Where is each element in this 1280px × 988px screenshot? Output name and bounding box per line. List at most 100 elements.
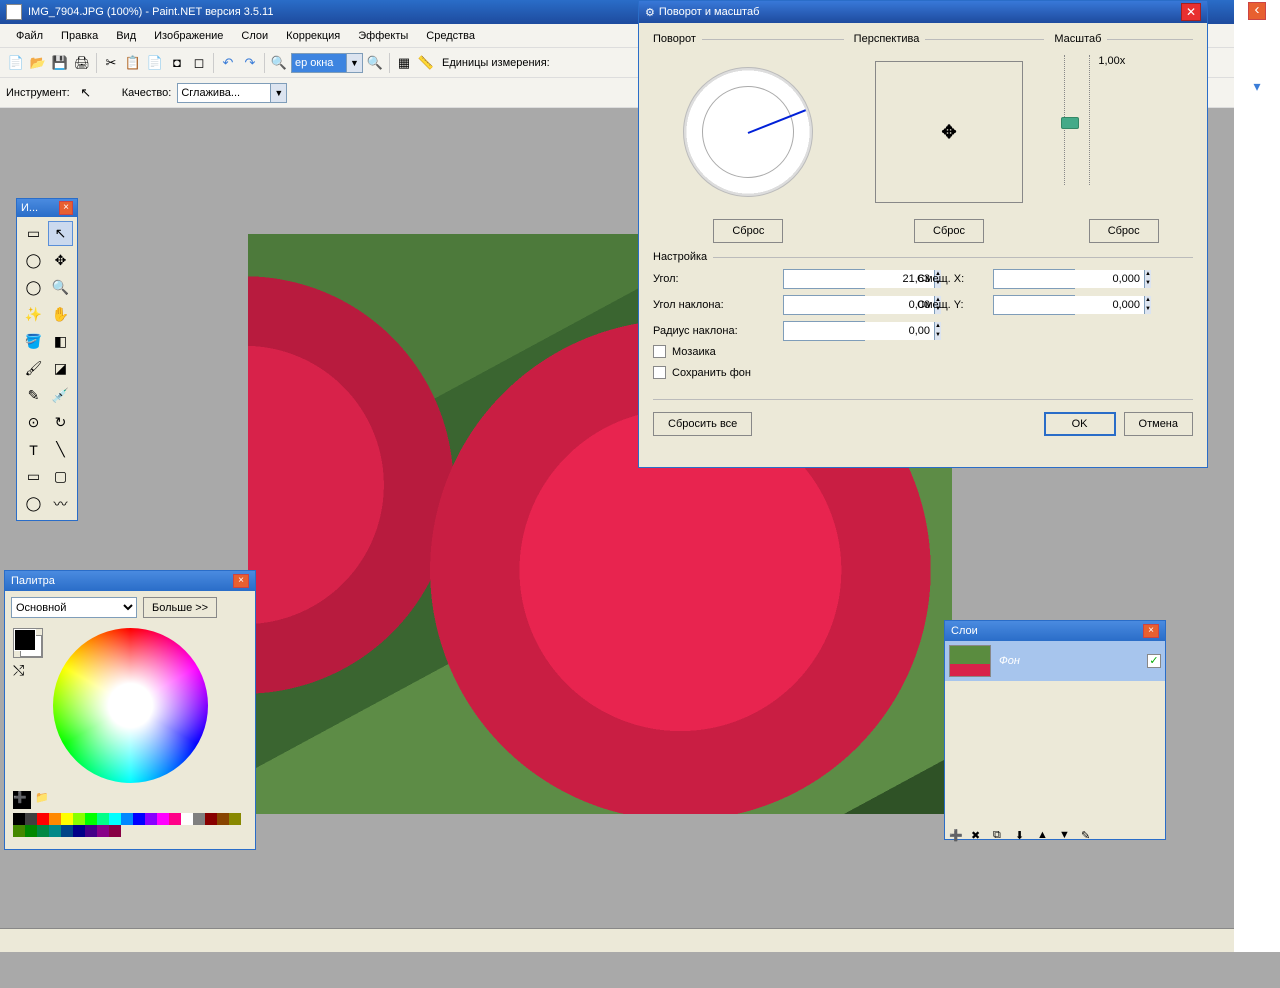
swatch[interactable] (49, 825, 61, 837)
bucket-tool[interactable]: 🪣 (21, 329, 46, 354)
layer-item[interactable]: Фон ✓ (945, 641, 1165, 681)
keepbg-checkbox[interactable] (653, 366, 666, 379)
ellipse-tool[interactable]: ◯ (21, 491, 46, 516)
freeform-tool[interactable]: 〰 (48, 491, 73, 516)
mosaic-checkbox[interactable] (653, 345, 666, 358)
brush-tool[interactable]: 🖌 (21, 356, 46, 381)
grid-icon[interactable]: ▦ (394, 53, 414, 73)
paste-icon[interactable]: 📄 (145, 53, 165, 73)
spin-down-icon[interactable]: ▼ (1145, 279, 1151, 288)
swatch[interactable] (61, 813, 73, 825)
chevron-down-icon[interactable]: ▼ (270, 84, 286, 102)
menu-tools[interactable]: Средства (418, 27, 483, 45)
palette-titlebar[interactable]: Палитра× (5, 571, 255, 591)
add-color-icon[interactable]: ➕ (13, 791, 31, 809)
layers-window[interactable]: Слои× Фон ✓ ➕ ✖ ⧉ ⬇ ▲ ▼ ✎ (944, 620, 1166, 840)
palette-mode-select[interactable]: Основной (11, 597, 137, 618)
swatch[interactable] (217, 813, 229, 825)
undo-icon[interactable]: ↶ (218, 53, 238, 73)
swatch[interactable] (13, 813, 25, 825)
spin-up-icon[interactable]: ▲ (1145, 270, 1151, 279)
swatch[interactable] (121, 813, 133, 825)
swatch[interactable] (181, 813, 193, 825)
add-layer-icon[interactable]: ➕ (949, 829, 967, 847)
spin-up-icon[interactable]: ▲ (935, 322, 941, 331)
save-icon[interactable]: 💾 (50, 53, 70, 73)
scale-slider[interactable] (1064, 55, 1090, 185)
menu-file[interactable]: Файл (8, 27, 51, 45)
dialog-titlebar[interactable]: ⚙ Поворот и масштаб ✕ (639, 1, 1207, 23)
swatch[interactable] (133, 813, 145, 825)
spin-up-icon[interactable]: ▲ (1145, 296, 1151, 305)
reset-all-button[interactable]: Сбросить все (653, 412, 752, 436)
swatch[interactable] (37, 825, 49, 837)
ok-button[interactable]: OK (1044, 412, 1116, 436)
swatch[interactable] (25, 813, 37, 825)
radius-input[interactable]: ▲▼ (783, 321, 865, 341)
eraser-tool[interactable]: ◪ (48, 356, 73, 381)
zoom-input[interactable] (292, 54, 346, 72)
close-icon[interactable]: ✕ (1181, 3, 1201, 21)
menu-adjust[interactable]: Коррекция (278, 27, 348, 45)
swatch[interactable] (73, 825, 85, 837)
new-icon[interactable]: 📄 (6, 53, 26, 73)
copy-icon[interactable]: 📋 (123, 53, 143, 73)
move-up-icon[interactable]: ▲ (1037, 829, 1055, 847)
cursor-icon[interactable]: ↖ (76, 83, 96, 103)
duplicate-layer-icon[interactable]: ⧉ (993, 829, 1011, 847)
roundrect-tool[interactable]: ▢ (48, 464, 73, 489)
zoom-combo[interactable]: ▼ (291, 53, 363, 73)
reset-perspective-button[interactable]: Сброс (914, 219, 984, 243)
swatch-strip[interactable] (5, 813, 255, 843)
recolor-tool[interactable]: ↻ (48, 410, 73, 435)
drawer-expand-icon[interactable]: ▾ (1248, 78, 1266, 92)
wand-tool[interactable]: ✨ (21, 302, 46, 327)
close-icon[interactable]: × (59, 201, 73, 215)
deselect-icon[interactable]: ◻ (189, 53, 209, 73)
rect-select-tool[interactable]: ▭ (21, 221, 46, 246)
pencil-tool[interactable]: ✎ (21, 383, 46, 408)
swatch[interactable] (13, 825, 25, 837)
cut-icon[interactable]: ✂ (101, 53, 121, 73)
rotate-zoom-dialog[interactable]: ⚙ Поворот и масштаб ✕ Поворот Сброс Перс… (638, 0, 1208, 468)
zoomout-icon[interactable]: 🔍 (269, 53, 289, 73)
layer-visible-checkbox[interactable]: ✓ (1147, 654, 1161, 668)
quality-value[interactable] (178, 84, 270, 102)
color-wheel[interactable] (53, 628, 208, 783)
pan-tool[interactable]: ✋ (48, 302, 73, 327)
menu-effects[interactable]: Эффекты (350, 27, 416, 45)
menu-image[interactable]: Изображение (146, 27, 231, 45)
swatch[interactable] (109, 825, 121, 837)
open-icon[interactable]: 📂 (28, 53, 48, 73)
swatch[interactable] (25, 825, 37, 837)
swatch[interactable] (97, 825, 109, 837)
merge-down-icon[interactable]: ⬇ (1015, 829, 1033, 847)
quality-combo[interactable]: ▼ (177, 83, 287, 103)
swatch[interactable] (109, 813, 121, 825)
reset-scale-button[interactable]: Сброс (1089, 219, 1159, 243)
palette-window[interactable]: Палитра× Основной Больше >> ⤭ ➕ 📁 (4, 570, 256, 850)
swatch[interactable] (169, 813, 181, 825)
zoomin-icon[interactable]: 🔍 (365, 53, 385, 73)
palette-more-button[interactable]: Больше >> (143, 597, 217, 618)
fgbg-swatch[interactable] (13, 628, 43, 658)
swatch[interactable] (49, 813, 61, 825)
text-tool[interactable]: T (21, 437, 46, 462)
close-icon[interactable]: × (1143, 624, 1159, 638)
swatch[interactable] (229, 813, 241, 825)
clone-tool[interactable]: ⊙ (21, 410, 46, 435)
tilt-input[interactable]: ▲▼ (783, 295, 865, 315)
redo-icon[interactable]: ↷ (240, 53, 260, 73)
cancel-button[interactable]: Отмена (1124, 412, 1193, 436)
swatch[interactable] (37, 813, 49, 825)
swatch[interactable] (85, 813, 97, 825)
swatch[interactable] (73, 813, 85, 825)
move-tool[interactable]: ↖ (48, 221, 73, 246)
reset-rotate-button[interactable]: Сброс (713, 219, 783, 243)
rect-tool[interactable]: ▭ (21, 464, 46, 489)
gradient-tool[interactable]: ◧ (48, 329, 73, 354)
drawer-collapse-icon[interactable]: ‹ (1248, 2, 1266, 20)
ellipse-select-tool[interactable]: ◯ (21, 275, 46, 300)
swatch[interactable] (145, 813, 157, 825)
angle-input[interactable]: ▲▼ (783, 269, 865, 289)
